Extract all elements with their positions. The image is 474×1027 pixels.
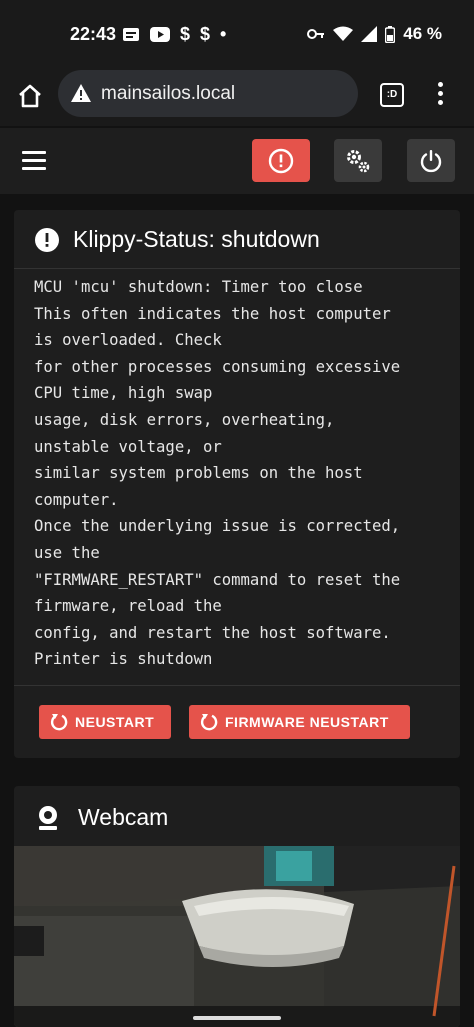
tab-switcher-button[interactable]: :D <box>380 83 404 107</box>
alert-icon <box>268 148 294 173</box>
message-line: firmware, reload the <box>34 597 222 616</box>
url-text[interactable]: mainsailos.local <box>101 83 235 105</box>
message-line: usage, disk errors, overheating, <box>34 410 335 429</box>
message-line: This often indicates the host computer <box>34 304 391 323</box>
key-icon <box>307 29 325 39</box>
klippy-status-card: Klippy-Status: shutdown MCU 'mcu' shutdo… <box>14 210 460 758</box>
notification-icons: $ $ • <box>122 24 226 45</box>
card-header: Webcam <box>14 786 460 844</box>
message-line: is overloaded. Check <box>34 331 222 350</box>
browser-toolbar: mainsailos.local :D <box>0 70 474 126</box>
message-line: MCU 'mcu' shutdown: Timer too close <box>34 278 363 296</box>
gears-icon <box>347 149 370 172</box>
more-menu-icon[interactable] <box>432 82 448 108</box>
power-button[interactable] <box>407 139 455 182</box>
webcam-stream[interactable] <box>14 846 460 1027</box>
home-icon[interactable] <box>16 82 44 110</box>
message-line: Printer is shutdown <box>34 650 213 669</box>
youtube-icon <box>150 27 170 42</box>
dollar-icon: $ <box>200 24 211 44</box>
gesture-bar[interactable] <box>193 1016 281 1020</box>
emergency-alert-button[interactable] <box>252 139 310 182</box>
webcam-image <box>14 846 460 1027</box>
message-line: computer. <box>34 490 119 509</box>
card-title: Webcam <box>78 804 169 830</box>
battery-percent: 46 % <box>403 24 442 43</box>
restart-icon <box>200 714 218 731</box>
webcam-icon <box>39 806 57 830</box>
message-line: for other processes consuming excessive <box>34 357 401 376</box>
message-line: unstable voltage, or <box>34 437 222 456</box>
message-icon <box>123 27 139 41</box>
alert-circle-icon <box>35 228 59 252</box>
menu-icon[interactable] <box>22 151 46 175</box>
system-indicators: 46 % <box>307 24 442 44</box>
webcam-card: Webcam <box>14 786 460 1027</box>
address-bar[interactable]: mainsailos.local <box>58 70 358 117</box>
firmware-restart-label: FIRMWARE NEUSTART <box>225 714 389 730</box>
dot-icon: • <box>220 24 227 44</box>
signal-icon <box>361 26 378 42</box>
message-line: similar system problems on the host <box>34 464 363 483</box>
divider <box>14 685 460 686</box>
shutdown-message: MCU 'mcu' shutdown: Timer too close This… <box>34 274 446 673</box>
system-status-bar: 22:43 $ $ • 46 % <box>0 0 474 70</box>
wifi-icon <box>333 26 354 41</box>
message-line: Once the underlying issue is corrected, <box>34 517 401 536</box>
message-line: CPU time, high swap <box>34 384 213 403</box>
power-icon <box>420 149 442 172</box>
dollar-icon: $ <box>180 24 191 44</box>
message-line: config, and restart the host software. <box>34 623 391 642</box>
message-line: "FIRMWARE_RESTART" command to reset the <box>34 570 401 589</box>
firmware-restart-button[interactable]: FIRMWARE NEUSTART <box>189 705 410 739</box>
card-title: Klippy-Status: shutdown <box>73 226 320 252</box>
restart-button[interactable]: NEUSTART <box>39 705 171 739</box>
warning-icon[interactable] <box>70 83 92 103</box>
settings-button[interactable] <box>334 139 382 182</box>
app-bar <box>0 128 474 194</box>
message-line: use the <box>34 543 100 562</box>
card-header: Klippy-Status: shutdown <box>14 210 460 269</box>
clock: 22:43 <box>70 24 117 44</box>
restart-icon <box>50 714 68 731</box>
battery-icon <box>385 25 396 43</box>
restart-label: NEUSTART <box>75 714 155 730</box>
